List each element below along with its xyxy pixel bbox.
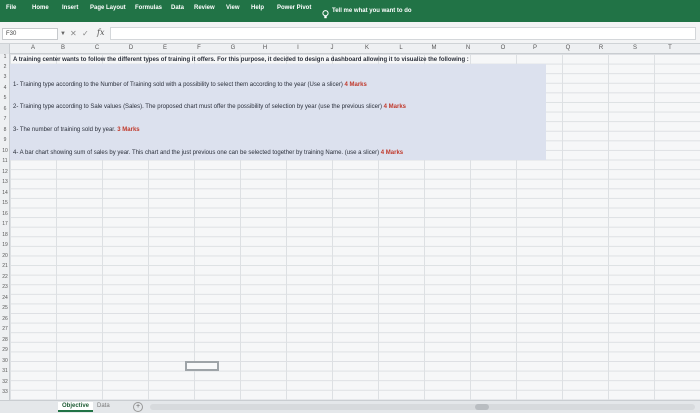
- scrollbar-thumb[interactable]: [475, 404, 489, 410]
- row-header[interactable]: 13: [0, 179, 10, 185]
- row-header[interactable]: 24: [0, 295, 10, 301]
- menu-data[interactable]: Data: [171, 5, 184, 11]
- column-header-r[interactable]: R: [591, 45, 611, 51]
- task-4: 4- A bar chart showing sum of sales by y…: [13, 150, 403, 156]
- name-box[interactable]: F30: [2, 28, 58, 40]
- column-header-c[interactable]: C: [87, 45, 107, 51]
- chevron-down-icon[interactable]: ▼: [60, 31, 66, 37]
- column-header-p[interactable]: P: [525, 45, 545, 51]
- row-header[interactable]: 11: [0, 158, 10, 164]
- cancel-icon[interactable]: ✕: [70, 29, 77, 38]
- menu-insert[interactable]: Insert: [62, 5, 78, 11]
- menu-help[interactable]: Help: [251, 5, 264, 11]
- column-header-l[interactable]: L: [391, 45, 411, 51]
- task-2-text: 2- Training type according to Sale value…: [13, 104, 382, 110]
- tell-me-search[interactable]: Tell me what you want to do: [322, 4, 412, 19]
- column-header-q[interactable]: Q: [558, 45, 578, 51]
- row-header[interactable]: 15: [0, 200, 10, 206]
- task-3-text: 3- The number of training sold by year.: [13, 127, 116, 133]
- task-4-text: 4- A bar chart showing sum of sales by y…: [13, 150, 380, 156]
- row-header[interactable]: 3: [0, 74, 10, 80]
- add-sheet-icon[interactable]: +: [133, 402, 143, 412]
- column-header-d[interactable]: D: [121, 45, 141, 51]
- row-header[interactable]: 30: [0, 358, 10, 364]
- row-header[interactable]: 9: [0, 137, 10, 143]
- row-header[interactable]: 26: [0, 316, 10, 322]
- menu-view[interactable]: View: [226, 5, 240, 11]
- instructions-highlight: [10, 64, 546, 160]
- task-2-marks: 4 Marks: [383, 104, 406, 110]
- row-header[interactable]: 21: [0, 263, 10, 269]
- row-header[interactable]: 29: [0, 347, 10, 353]
- task-3-marks: 3 Marks: [117, 127, 140, 133]
- selected-cell[interactable]: [185, 361, 219, 371]
- row-header[interactable]: 32: [0, 379, 10, 385]
- row-header[interactable]: 17: [0, 221, 10, 227]
- menu-home[interactable]: Home: [32, 5, 49, 11]
- task-1-text: 1- Training type according to the Number…: [13, 82, 343, 88]
- row-header[interactable]: 2: [0, 64, 10, 70]
- row-header[interactable]: 22: [0, 274, 10, 280]
- sheet-tab-data[interactable]: Data: [93, 402, 114, 412]
- column-header-n[interactable]: N: [458, 45, 478, 51]
- row-header[interactable]: 6: [0, 106, 10, 112]
- row-header[interactable]: 16: [0, 211, 10, 217]
- formula-input[interactable]: [110, 27, 696, 40]
- row-header[interactable]: 14: [0, 190, 10, 196]
- insert-function-button[interactable]: fx: [97, 28, 104, 37]
- menu-page-layout[interactable]: Page Layout: [90, 5, 126, 11]
- row-header[interactable]: 10: [0, 148, 10, 154]
- menu-power-pivot[interactable]: Power Pivot: [277, 5, 311, 11]
- column-header-s[interactable]: S: [625, 45, 645, 51]
- task-3: 3- The number of training sold by year. …: [13, 127, 140, 133]
- menu-file[interactable]: File: [6, 5, 16, 11]
- row-header[interactable]: 12: [0, 169, 10, 175]
- row-header[interactable]: 25: [0, 305, 10, 311]
- menu-formulas[interactable]: Formulas: [135, 5, 162, 11]
- column-header-m[interactable]: M: [424, 45, 444, 51]
- task-1-marks: 4 Marks: [344, 82, 367, 88]
- column-header-i[interactable]: I: [288, 45, 308, 51]
- check-icon[interactable]: ✓: [82, 29, 89, 38]
- row-header[interactable]: 18: [0, 232, 10, 238]
- row-header[interactable]: 23: [0, 284, 10, 290]
- row-headers: 1 2 3 4 5 6 7 8 9 10 11 12 13 14 15 16 1…: [0, 54, 10, 400]
- column-header-f[interactable]: F: [189, 45, 209, 51]
- column-header-a[interactable]: A: [23, 45, 43, 51]
- column-header-b[interactable]: B: [53, 45, 73, 51]
- horizontal-scrollbar[interactable]: [150, 404, 695, 410]
- row-header[interactable]: 1: [0, 54, 10, 60]
- task-2: 2- Training type according to Sale value…: [13, 104, 406, 110]
- column-header-g[interactable]: G: [223, 45, 243, 51]
- row-header[interactable]: 5: [0, 95, 10, 101]
- row-header[interactable]: 7: [0, 116, 10, 122]
- intro-text: A training center wants to follow the di…: [13, 57, 469, 63]
- task-4-marks: 4 Marks: [380, 150, 404, 156]
- tell-me-label: Tell me what you want to do: [332, 7, 412, 14]
- ribbon-menu-bar: File Home Insert Page Layout Formulas Da…: [0, 0, 700, 22]
- menu-review[interactable]: Review: [194, 5, 215, 11]
- select-all-corner[interactable]: [0, 44, 10, 54]
- column-header-o[interactable]: O: [493, 45, 513, 51]
- column-header-e[interactable]: E: [155, 45, 175, 51]
- row-header[interactable]: 4: [0, 85, 10, 91]
- row-header[interactable]: 28: [0, 337, 10, 343]
- row-header[interactable]: 8: [0, 127, 10, 133]
- row-header[interactable]: 27: [0, 326, 10, 332]
- column-header-h[interactable]: H: [255, 45, 275, 51]
- column-header-j[interactable]: J: [322, 45, 342, 51]
- lightbulb-icon: [322, 6, 329, 19]
- formula-bar: F30 ▼ ✕ ✓ fx: [0, 22, 700, 44]
- row-header[interactable]: 31: [0, 368, 10, 374]
- row-header[interactable]: 19: [0, 242, 10, 248]
- row-header[interactable]: 20: [0, 253, 10, 259]
- sheet-tab-objective[interactable]: Objective: [58, 402, 94, 412]
- column-headers: A B C D E F G H I J K L M N O P Q R S T: [0, 44, 700, 54]
- sheet-tab-bar: Objective Data +: [0, 400, 700, 413]
- column-header-t[interactable]: T: [660, 45, 680, 51]
- task-1: 1- Training type according to the Number…: [13, 82, 367, 88]
- row-header[interactable]: 33: [0, 389, 10, 395]
- column-header-k[interactable]: K: [357, 45, 377, 51]
